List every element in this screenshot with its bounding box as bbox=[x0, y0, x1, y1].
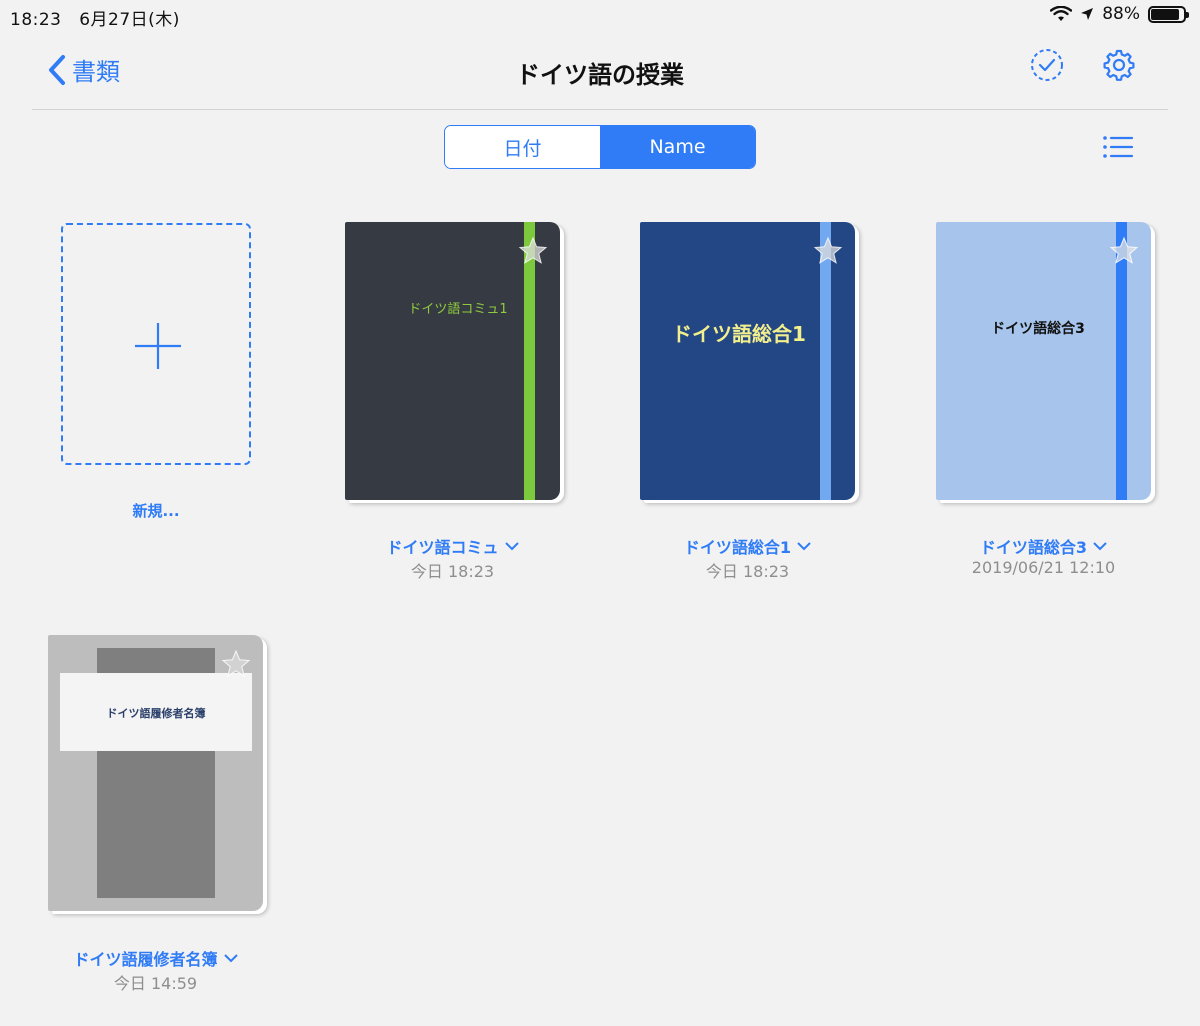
cover-title: ドイツ語総合3 bbox=[991, 321, 1085, 337]
chevron-down-icon bbox=[1093, 542, 1107, 551]
new-document-label: 新規... bbox=[132, 502, 180, 520]
chevron-down-icon bbox=[504, 542, 519, 551]
status-bar-time: 18:23 6月27日(木) bbox=[10, 5, 180, 30]
cover-title: ドイツ語総合1 bbox=[672, 322, 806, 346]
cover-label-panel: ドイツ語履修者名簿 bbox=[60, 673, 252, 751]
document-name-button[interactable]: ドイツ語総合1 bbox=[640, 534, 855, 558]
location-arrow-icon bbox=[1081, 8, 1094, 20]
document-name-button[interactable]: ドイツ語コミュ bbox=[345, 534, 560, 558]
document-name: ドイツ語総合3 bbox=[979, 538, 1088, 557]
status-bar-indicators: 88% bbox=[1050, 4, 1189, 24]
chevron-down-icon bbox=[223, 954, 238, 963]
star-favorite-icon[interactable] bbox=[518, 236, 548, 266]
page-title: ドイツ語の授業 bbox=[516, 61, 684, 89]
segment-date[interactable]: 日付 bbox=[445, 126, 600, 168]
cover-title: ドイツ語コミュ1 bbox=[408, 302, 508, 317]
segment-name[interactable]: Name bbox=[600, 126, 755, 168]
document-name: ドイツ語総合1 bbox=[683, 538, 792, 557]
sort-segmented-control: 日付 Name bbox=[444, 125, 756, 169]
document-name-button[interactable]: ドイツ語総合3 bbox=[936, 534, 1151, 558]
document-date: 2019/06/21 12:10 bbox=[971, 558, 1116, 577]
document-cover[interactable]: ドイツ語コミュ1 bbox=[345, 222, 560, 500]
star-favorite-icon[interactable] bbox=[221, 649, 251, 679]
document-cover[interactable]: ドイツ語履修者名簿 bbox=[48, 635, 263, 911]
battery-icon bbox=[1148, 5, 1189, 23]
document-cover[interactable]: ドイツ語総合3 bbox=[936, 222, 1151, 500]
document-date: 今日 18:23 bbox=[705, 562, 790, 581]
battery-percent: 88% bbox=[1102, 4, 1140, 24]
star-favorite-icon[interactable] bbox=[1109, 236, 1139, 266]
document-cover[interactable]: ドイツ語総合1 bbox=[640, 222, 855, 500]
cover-title: ドイツ語履修者名簿 bbox=[106, 707, 206, 720]
gear-icon bbox=[1103, 49, 1135, 81]
document-name: ドイツ語履修者名簿 bbox=[73, 950, 218, 969]
plus-icon bbox=[135, 323, 181, 369]
star-favorite-icon[interactable] bbox=[813, 236, 843, 266]
document-name: ドイツ語コミュ bbox=[386, 538, 499, 557]
chevron-down-icon bbox=[797, 542, 811, 551]
wifi-icon bbox=[1050, 6, 1073, 21]
document-date: 今日 14:59 bbox=[113, 974, 198, 993]
document-name-button[interactable]: ドイツ語履修者名簿 bbox=[48, 946, 263, 970]
list-view-button[interactable] bbox=[1102, 135, 1134, 165]
status-date: 6月27日(木) bbox=[79, 10, 180, 30]
document-date: 今日 18:23 bbox=[410, 562, 495, 581]
settings-button[interactable] bbox=[1102, 48, 1136, 86]
new-document-button[interactable] bbox=[61, 223, 251, 465]
select-button[interactable] bbox=[1030, 48, 1064, 86]
status-time: 18:23 bbox=[10, 10, 62, 30]
nav-divider bbox=[32, 109, 1168, 110]
list-icon bbox=[1103, 136, 1134, 158]
select-check-icon bbox=[1031, 49, 1063, 81]
